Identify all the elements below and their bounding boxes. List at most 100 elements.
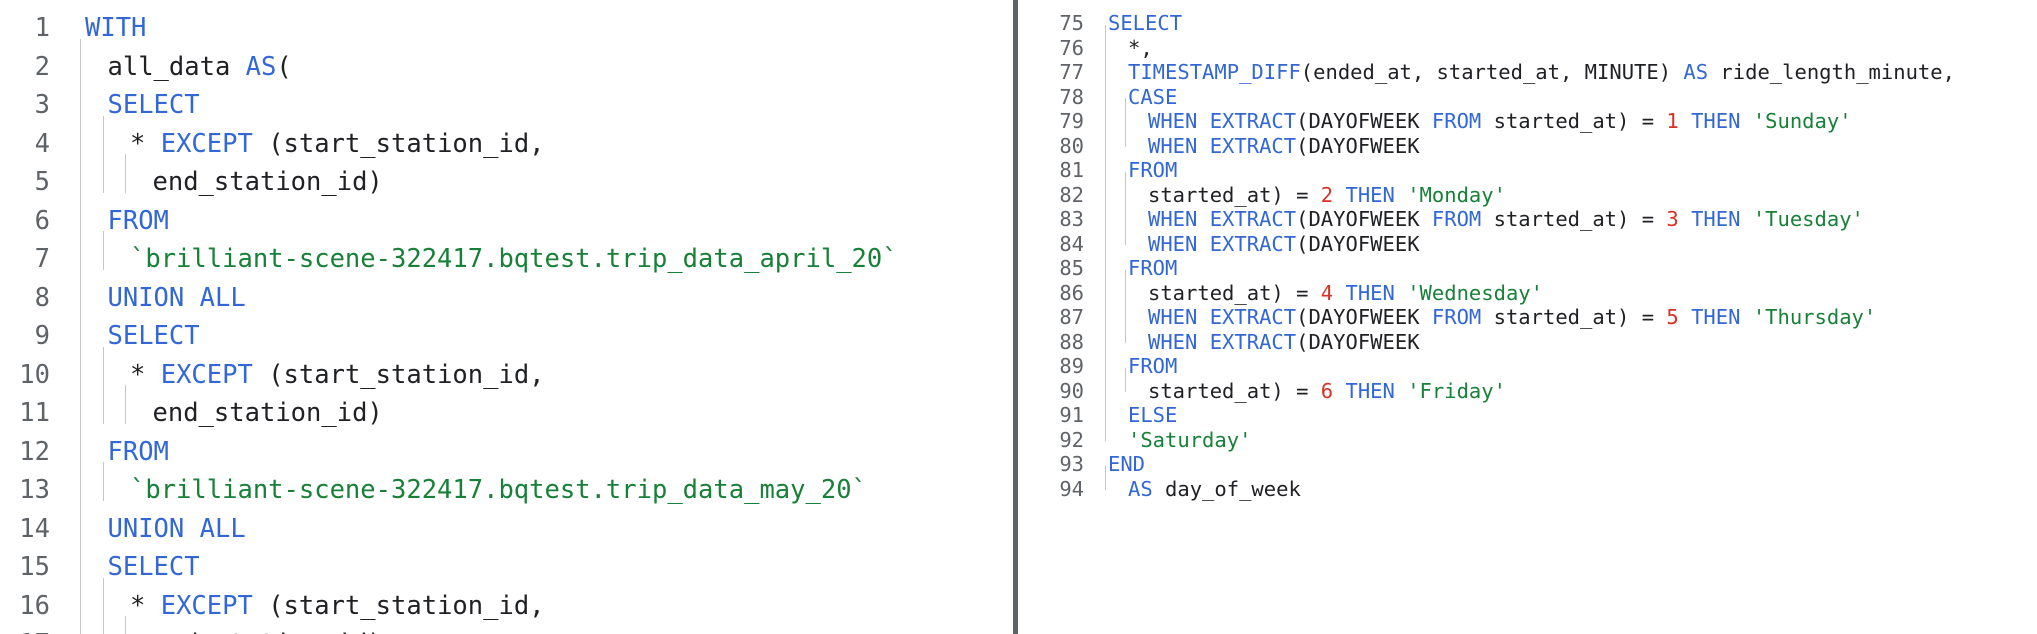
indent-guide [80,308,81,347]
code-line[interactable]: 83 WHEN EXTRACT(DAYOFWEEK FROM started_at… [1022,196,2037,231]
code-line[interactable]: 78 CASE [1022,73,2037,109]
indent-guide [102,616,104,634]
indent-guide [102,385,104,424]
code-line[interactable]: 16 * EXCEPT (start_station_id, [0,577,1013,621]
indent-guide [1105,196,1106,221]
indent-guide [80,616,81,634]
indent-guide [80,500,81,539]
indent-guide [102,154,104,193]
pane-divider[interactable] [1013,0,1018,634]
indent-guide [80,577,81,616]
code-line[interactable]: 93 END [1022,441,2037,476]
indent-guide [1105,392,1106,417]
indent-guide [102,346,104,385]
indent-guide [80,38,81,77]
indent-guide [1125,122,1126,147]
indent-guide [1105,416,1106,441]
code-line[interactable]: 5 end_station_id) [0,154,1013,197]
code-line[interactable]: 3 SELECT [0,77,1013,120]
left-code-pane[interactable]: 1 WITH 2 all_data AS(3 SELECT 4 * EXCEPT (star… [0,0,1013,634]
indent-guide [1105,269,1106,294]
indent-guide [1105,49,1106,74]
line-number: 94 [1059,476,1084,501]
code-line[interactable]: 7 `brilliant-scene-322417.bqtest.trip_dat… [0,231,1013,274]
code-line[interactable]: 76 *, [1022,24,2037,60]
indent-guide [1105,245,1106,270]
right-code-pane[interactable]: 75 SELECT 76 *, 77 TIMESTAMP_DIFF(ended_at, s… [1022,0,2037,634]
code-text: end_station_id) [153,625,383,634]
indent-guide [1125,171,1126,196]
code-line[interactable]: 12 FROM [0,423,1013,467]
code-line[interactable]: 75 SELECT [1022,0,2037,35]
indent-guide [102,462,104,501]
indent-guide [80,269,81,308]
indent-guide [80,423,81,462]
indent-guide [80,462,81,501]
code-line[interactable]: 89 FROM [1022,343,2037,378]
indent-guide [1125,318,1126,343]
indent-guide [1105,24,1106,49]
indent-guide [1105,98,1106,123]
code-line[interactable]: 85 FROM [1022,245,2037,280]
code-line[interactable]: 90 started_at) = 6 THEN 'Friday' [1022,367,2037,403]
indent-guide [1125,196,1126,221]
indent-guide [1105,367,1106,392]
code-line[interactable]: 10 * EXCEPT (start_station_id, [0,346,1013,390]
indent-guide [80,346,81,385]
code-line[interactable]: 86 started_at) = 4 THEN 'Wednesday' [1022,269,2037,305]
indent-guide [80,385,81,424]
code-line[interactable]: 14 UNION ALL [0,500,1013,544]
code-line[interactable]: 17 end_station_id) [0,616,1013,634]
indent-guide [80,154,81,193]
indent-guide [1125,220,1126,245]
code-line[interactable]: 84 WHEN EXTRACT(DAYOFWEEK [1022,220,2037,256]
indent-guide [1105,318,1106,343]
indent-guide [1105,465,1106,490]
code-line[interactable]: 13 `brilliant-scene-322417.bqtest.trip_da… [0,462,1013,505]
keyword-token: AS [1128,476,1153,501]
indent-guide [1105,73,1106,98]
code-line[interactable]: 4 * EXCEPT (start_station_id, [0,115,1013,159]
code-line[interactable]: 1 WITH [0,0,1013,43]
code-line[interactable]: 91 ELSE [1022,392,2037,427]
code-line[interactable]: 92 'Saturday' [1022,416,2037,452]
code-line[interactable]: 9 SELECT [0,308,1013,351]
indent-guide [80,192,81,231]
indent-guide [1105,171,1106,196]
indent-guide [80,77,81,116]
indent-guide [1125,294,1126,319]
indent-guide [80,539,81,578]
code-line[interactable]: 88 WHEN EXTRACT(DAYOFWEEK [1022,318,2037,354]
indent-guide [1105,147,1106,172]
code-line[interactable]: 87 WHEN EXTRACT(DAYOFWEEK FROM started_at… [1022,294,2037,329]
code-line[interactable]: 77 TIMESTAMP_DIFF(ended_at, started_at, M… [1022,49,2037,84]
indent-guide [80,231,81,270]
code-line[interactable]: 81 FROM [1022,147,2037,182]
line-number: 17 [0,625,50,634]
indent-guide [102,115,104,154]
code-line[interactable]: 80 WHEN EXTRACT(DAYOFWEEK [1022,122,2037,158]
indent-guide [1105,294,1106,319]
code-token: day_of_week [1152,476,1301,501]
indent-guide [1125,269,1126,294]
code-line[interactable]: 2 all_data AS( [0,38,1013,82]
indent-guide [1105,343,1106,368]
indent-guide [80,115,81,154]
code-line[interactable]: 79 WHEN EXTRACT(DAYOFWEEK FROM started_at… [1022,98,2037,133]
indent-guide [125,154,126,193]
indent-guide [1105,220,1106,245]
indent-guide [102,577,104,616]
code-line[interactable]: 6 FROM [0,192,1013,236]
indent-guide [1125,367,1126,392]
code-line[interactable]: 15 SELECT [0,539,1013,582]
indent-guide [125,385,126,424]
indent-guide [102,231,104,270]
indent-guide [125,616,126,634]
code-line[interactable]: 8 UNION ALL [0,269,1013,313]
indent-guide [1105,122,1106,147]
code-line[interactable]: 94 AS day_of_week [1022,465,2037,501]
code-line[interactable]: 11 end_station_id) [0,385,1013,428]
code-text: AS day_of_week [1128,473,1301,505]
indent-guide [1125,98,1126,123]
code-line[interactable]: 82 started_at) = 2 THEN 'Monday' [1022,171,2037,207]
